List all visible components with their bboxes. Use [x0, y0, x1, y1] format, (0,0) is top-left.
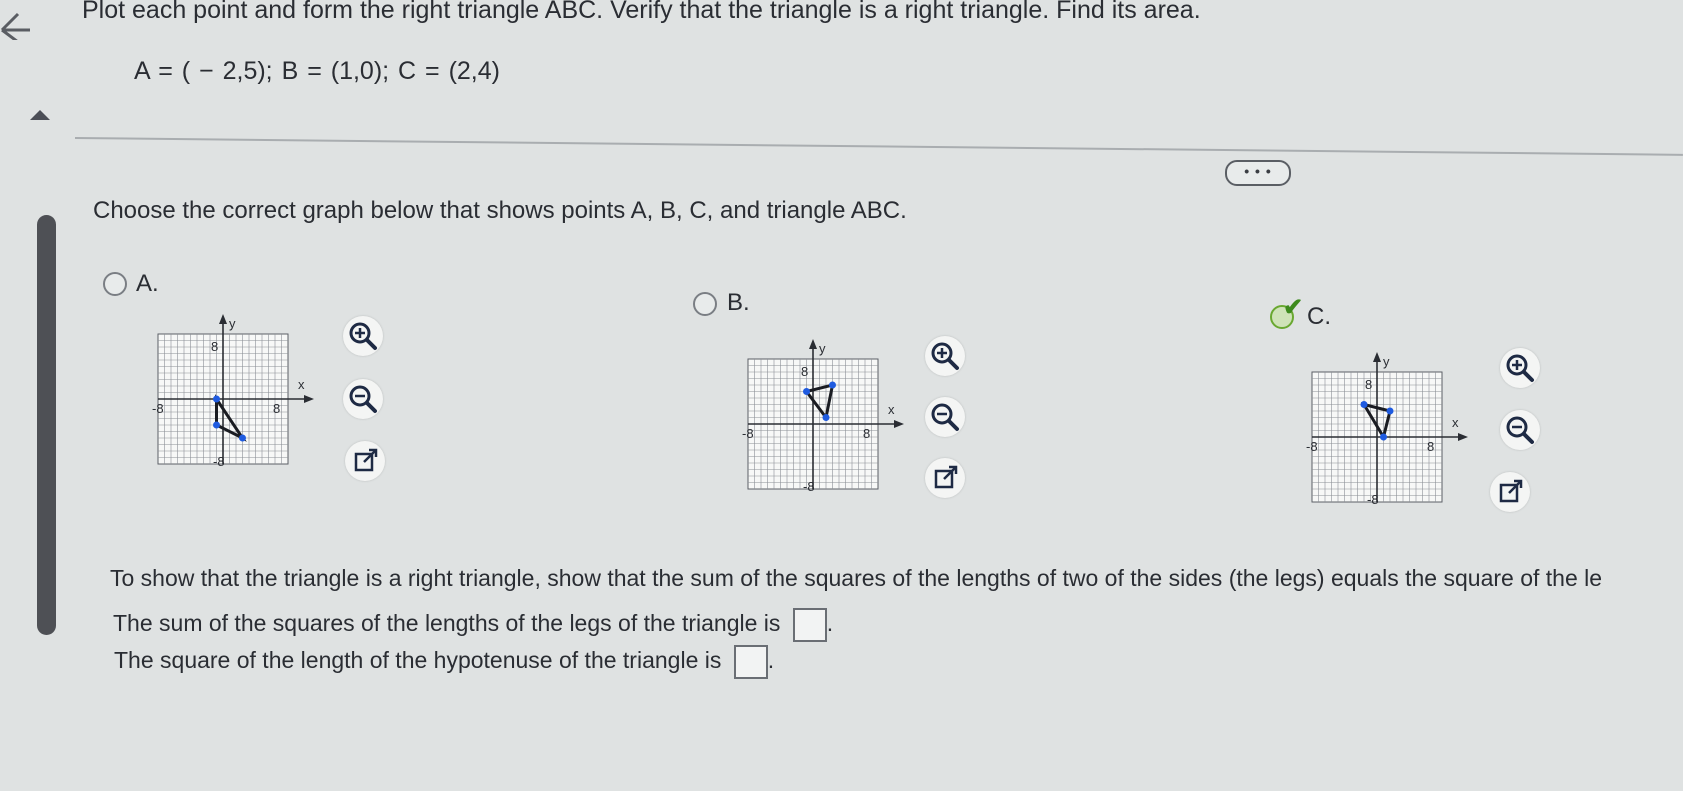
y-tick-neg-8: -8	[1367, 492, 1379, 507]
x-axis-label: x	[298, 377, 305, 392]
x-axis-arrow	[1458, 433, 1468, 441]
zoom-in-icon	[1506, 354, 1534, 382]
y-axis-arrow	[809, 339, 817, 349]
option-b-label: B.	[727, 289, 750, 316]
option-c-graph: y x 8 8 -8 -8	[1304, 350, 1474, 520]
hypotenuse-input[interactable]	[733, 645, 768, 679]
option-a-popout-button[interactable]	[345, 441, 385, 481]
instruction-text: Choose the correct graph below that show…	[93, 197, 907, 224]
legs-sum-row: The sum of the squares of the lengths of…	[113, 608, 833, 642]
y-axis-arrow	[219, 314, 227, 324]
option-a-zoom-in-button[interactable]	[343, 316, 383, 356]
legs-sum-label: The sum of the squares of the lengths of…	[113, 610, 781, 637]
y-tick-8: 8	[1365, 377, 1372, 392]
y-axis-label: y	[229, 316, 236, 331]
collapse-toggle-icon[interactable]	[30, 110, 50, 120]
question-title: Plot each point and form the right trian…	[82, 0, 1201, 24]
option-b-popout-button[interactable]	[925, 458, 965, 498]
vertex-point-1	[213, 421, 220, 429]
option-a-graph: y x 8 8 -8 -8	[150, 312, 320, 482]
divider	[74, 137, 1683, 156]
option-a-label: A.	[136, 270, 159, 297]
x-axis-label: x	[888, 402, 895, 417]
x-axis-label: x	[1452, 415, 1459, 430]
zoom-out-icon	[1506, 416, 1534, 444]
vertex-point-0	[213, 395, 220, 403]
option-c-popout-button[interactable]	[1490, 472, 1530, 512]
scrollbar-thumb[interactable]	[37, 215, 56, 635]
y-tick-neg-8: -8	[803, 479, 815, 494]
vertex-point-2	[1386, 407, 1394, 415]
explanation-text: To show that the triangle is a right tri…	[110, 565, 1603, 591]
y-tick-neg-8: -8	[213, 454, 225, 469]
checkmark-icon: ✔	[1283, 294, 1304, 321]
more-button[interactable]: • • •	[1225, 160, 1291, 186]
option-a-zoom-out-button[interactable]	[343, 379, 383, 419]
option-a-radio[interactable]	[103, 272, 127, 296]
option-c-zoom-in-button[interactable]	[1500, 348, 1540, 388]
vertex-point-0	[803, 388, 810, 395]
external-link-icon	[1499, 479, 1523, 503]
back-arrow-icon[interactable]	[0, 2, 34, 40]
question-points: A = ( − 2,5); B = (1,0); C = (2,4)	[134, 57, 500, 85]
zoom-out-icon	[349, 385, 377, 413]
x-tick-8: 8	[863, 426, 870, 441]
option-b-graph: y x 8 8 -8 -8	[740, 337, 910, 507]
option-b-radio[interactable]	[693, 292, 717, 316]
x-tick-8: 8	[1427, 439, 1434, 454]
x-tick-neg-8: -8	[152, 401, 164, 416]
option-b-zoom-in-button[interactable]	[925, 336, 965, 376]
vertex-point-1	[1380, 433, 1387, 441]
hypotenuse-row: The square of the length of the hypotenu…	[114, 645, 774, 679]
y-axis-arrow	[1373, 352, 1381, 362]
y-axis-label: y	[819, 341, 826, 356]
vertex-point-0	[1360, 401, 1368, 408]
y-tick-8: 8	[801, 364, 808, 379]
x-tick-neg-8: -8	[742, 426, 754, 441]
vertex-point-2	[829, 381, 836, 389]
x-axis-arrow	[304, 395, 314, 403]
option-c-zoom-out-button[interactable]	[1500, 410, 1540, 450]
vertex-point-1	[822, 414, 830, 421]
legs-sum-input[interactable]	[792, 608, 827, 642]
option-b-zoom-out-button[interactable]	[925, 397, 965, 437]
hypotenuse-label: The square of the length of the hypotenu…	[114, 647, 722, 674]
x-axis-arrow	[894, 420, 904, 428]
zoom-in-icon	[931, 342, 959, 370]
vertex-point-2	[239, 434, 246, 442]
external-link-icon	[934, 465, 958, 489]
x-tick-neg-8: -8	[1306, 439, 1318, 454]
y-axis-label: y	[1383, 354, 1390, 369]
external-link-icon	[354, 448, 378, 472]
y-tick-8: 8	[211, 339, 218, 354]
zoom-in-icon	[349, 322, 377, 350]
x-tick-8: 8	[273, 401, 280, 416]
zoom-out-icon	[931, 403, 959, 431]
option-c-label: C.	[1307, 303, 1331, 330]
